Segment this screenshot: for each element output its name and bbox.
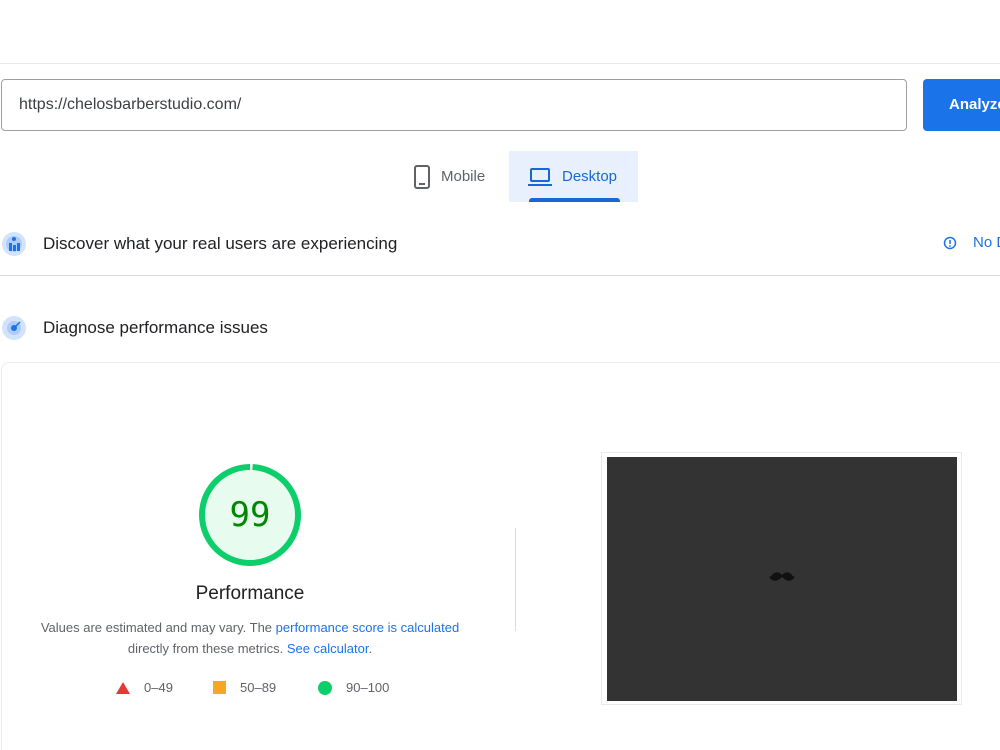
vertical-divider (515, 528, 516, 631)
diagnose-section-header: Diagnose performance issues (0, 314, 1000, 342)
description-prefix: Values are estimated and may vary. The (40, 620, 276, 635)
square-icon (213, 681, 226, 694)
performance-score-link[interactable]: performance score is calculated (276, 620, 460, 635)
tab-mobile[interactable]: Mobile (400, 151, 508, 202)
description-middle: directly from these metrics. (127, 641, 287, 656)
section-divider (0, 275, 1000, 276)
tab-desktop[interactable]: Desktop (509, 151, 638, 202)
see-calculator-link[interactable]: See calculator (287, 641, 369, 656)
triangle-icon (116, 681, 130, 694)
crux-users-icon (1, 231, 27, 257)
performance-description: Values are estimated and may vary. The p… (20, 617, 480, 659)
crux-section-title: Discover what your real users are experi… (43, 234, 398, 253)
pagespeed-page: Analyze Mobile Desktop (0, 0, 1000, 750)
header-divider (0, 63, 1000, 64)
diagnose-icon (1, 315, 27, 341)
legend-fail-range: 0–49 (144, 680, 173, 695)
circle-icon (318, 680, 332, 695)
performance-score: 99 (229, 495, 271, 535)
tab-mobile-label: Mobile (441, 168, 486, 185)
tab-selected-indicator (529, 198, 620, 202)
info-icon (943, 236, 957, 250)
description-suffix: . (368, 641, 373, 656)
performance-title: Performance (195, 583, 305, 604)
diagnose-section-title: Diagnose performance issues (43, 318, 268, 337)
legend-average: 50–89 (213, 680, 276, 695)
legend-pass: 90–100 (318, 680, 389, 695)
phone-icon (413, 164, 431, 189)
analyze-button[interactable]: Analyze (923, 79, 1000, 131)
legend-pass-range: 90–100 (346, 680, 390, 695)
no-data-text: No Data (973, 234, 1000, 251)
laptop-icon (528, 167, 552, 187)
tab-desktop-label: Desktop (562, 168, 618, 185)
mustache-logo-icon (769, 572, 795, 581)
crux-section-header: Discover what your real users are experi… (0, 230, 1000, 258)
legend-fail: 0–49 (116, 680, 173, 695)
no-data-link[interactable]: No Data (943, 234, 1000, 251)
url-input[interactable] (1, 79, 907, 131)
legend-average-range: 50–89 (240, 680, 277, 695)
